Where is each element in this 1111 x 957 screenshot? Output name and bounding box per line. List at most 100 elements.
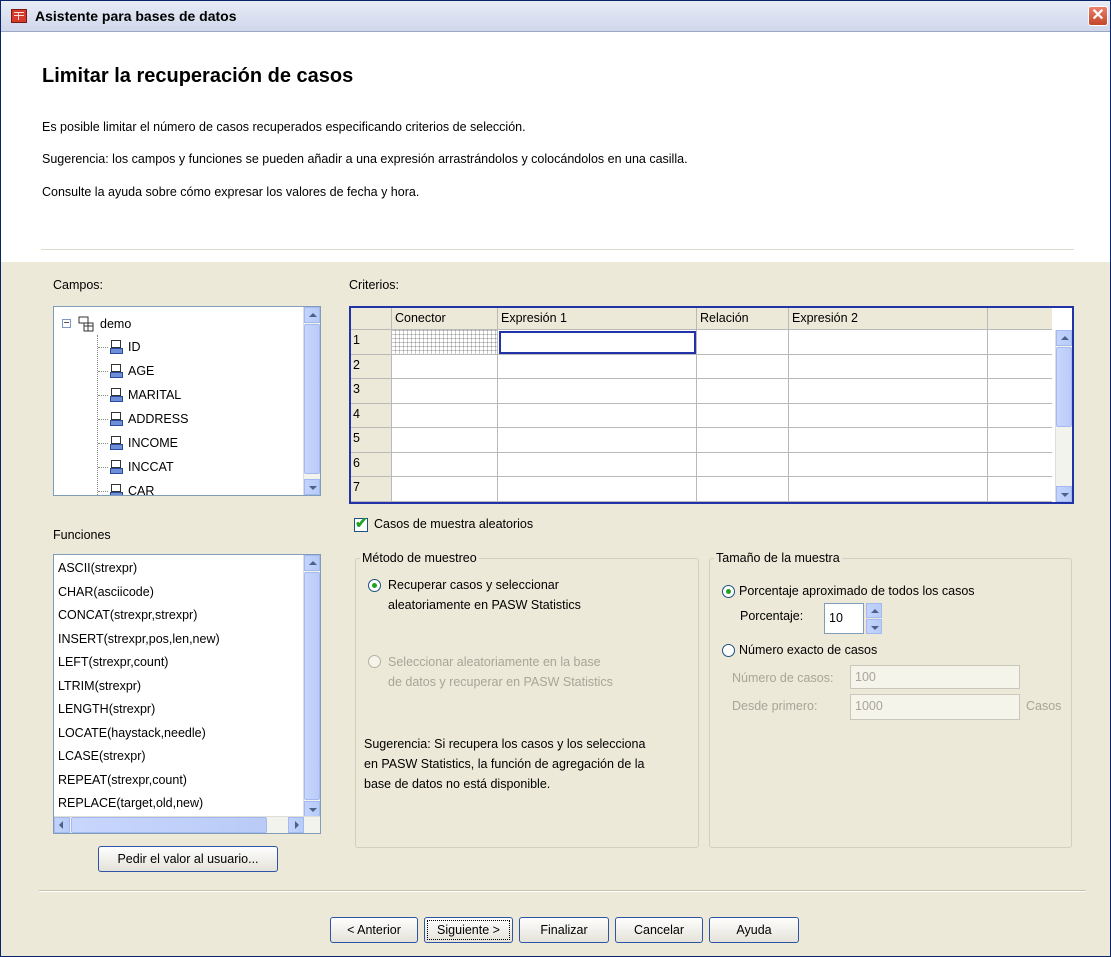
column-header[interactable]: Relación <box>697 308 789 330</box>
connector-cell-disabled[interactable] <box>392 330 498 355</box>
prompt-user-button[interactable]: Pedir el valor al usuario... <box>98 846 278 872</box>
field-item-label: ID <box>128 340 141 354</box>
next-button[interactable]: Siguiente > <box>424 917 513 943</box>
spreadsheet-app-icon <box>11 9 27 23</box>
criteria-cell[interactable] <box>392 452 498 477</box>
finish-button[interactable]: Finalizar <box>519 917 609 943</box>
criteria-cell[interactable] <box>697 403 789 428</box>
column-header[interactable]: Conector <box>392 308 498 330</box>
radio-sample-in-database[interactable] <box>368 655 381 668</box>
criteria-cell[interactable] <box>697 379 789 404</box>
scroll-up-icon[interactable] <box>304 307 320 323</box>
scroll-up-icon[interactable] <box>1056 330 1072 346</box>
criteria-cell[interactable] <box>498 379 697 404</box>
criteria-cell[interactable] <box>498 452 697 477</box>
num-cases-input[interactable]: 100 <box>850 665 1020 689</box>
criteria-cell[interactable] <box>498 428 697 453</box>
scroll-up-icon[interactable] <box>304 555 320 571</box>
function-item[interactable]: CHAR(asciicode) <box>58 581 154 604</box>
description-line-1: Es posible limitar el número de casos re… <box>42 120 526 134</box>
collapse-icon[interactable]: − <box>62 319 71 329</box>
function-item[interactable]: REPLACE(target,old,new) <box>58 792 203 815</box>
num-cases-label: Número de casos: <box>732 671 834 685</box>
function-item[interactable]: LCASE(strexpr) <box>58 745 146 768</box>
criteria-cell[interactable] <box>789 428 988 453</box>
scroll-down-icon[interactable] <box>304 479 320 495</box>
field-item-label: INCOME <box>128 436 178 450</box>
function-item[interactable]: LENGTH(strexpr) <box>58 698 155 721</box>
scroll-thumb[interactable] <box>304 324 320 474</box>
grid-filler <box>988 379 1052 404</box>
criteria-cell[interactable] <box>789 403 988 428</box>
option2-line2: de datos y recuperar en PASW Statistics <box>388 675 613 689</box>
criteria-cell[interactable] <box>789 477 988 502</box>
functions-list[interactable]: ASCII(strexpr) CHAR(asciicode) CONCAT(stre… <box>53 554 321 834</box>
option2-line1: Seleccionar aleatoriamente en la base <box>388 655 601 669</box>
criteria-cell[interactable] <box>697 354 789 379</box>
function-item[interactable]: CONCAT(strexpr,strexpr) <box>58 604 197 627</box>
criteria-cell[interactable] <box>392 354 498 379</box>
fields-scrollbar[interactable] <box>303 307 320 495</box>
function-item[interactable]: REPEAT(strexpr,count) <box>58 769 187 792</box>
spinner-down-icon[interactable] <box>866 619 882 634</box>
random-sample-checkbox[interactable]: ✔ <box>354 515 368 532</box>
criteria-cell-selected[interactable] <box>498 330 697 355</box>
criteria-cell[interactable] <box>789 452 988 477</box>
function-item[interactable]: LOCATE(haystack,needle) <box>58 722 206 745</box>
grid-corner <box>351 308 392 330</box>
tree-branch-line <box>98 443 108 444</box>
database-table-icon <box>78 316 94 332</box>
criteria-cell[interactable] <box>392 477 498 502</box>
column-header[interactable]: Expresión 1 <box>498 308 697 330</box>
functions-scrollbar[interactable] <box>303 555 320 817</box>
criteria-cell[interactable] <box>498 403 697 428</box>
percent-spinner-input[interactable]: 10 <box>824 603 864 634</box>
criteria-cell[interactable] <box>498 354 697 379</box>
radio-approx-percent[interactable] <box>722 585 735 598</box>
field-icon <box>110 436 123 450</box>
back-button[interactable]: < Anterior <box>330 917 418 943</box>
tree-branch-line <box>98 419 108 420</box>
criteria-cell[interactable] <box>392 428 498 453</box>
criteria-cell[interactable] <box>498 477 697 502</box>
close-button[interactable]: ✕ <box>1088 6 1108 26</box>
function-item[interactable]: LTRIM(strexpr) <box>58 675 141 698</box>
from-first-input[interactable]: 1000 <box>850 694 1020 720</box>
criteria-cell[interactable] <box>392 379 498 404</box>
fields-tree[interactable]: − demo ID AGE MARITAL ADDRESS INCOME INCCAT CA… <box>53 306 321 496</box>
criteria-cell[interactable] <box>789 379 988 404</box>
scroll-left-icon[interactable] <box>54 817 70 833</box>
criteria-cell[interactable] <box>392 403 498 428</box>
cancel-button[interactable]: Cancelar <box>615 917 703 943</box>
criteria-cell[interactable] <box>697 428 789 453</box>
hscroll-thumb[interactable] <box>71 817 267 833</box>
sampling-method-group: Método de muestreo Recuperar casos y sel… <box>355 551 699 848</box>
function-item[interactable]: INSERT(strexpr,pos,len,new) <box>58 628 220 651</box>
scroll-down-icon[interactable] <box>1056 486 1072 502</box>
function-item[interactable]: LEFT(strexpr,count) <box>58 651 168 674</box>
scroll-thumb[interactable] <box>304 572 320 800</box>
scroll-right-icon[interactable] <box>288 817 304 833</box>
scroll-thumb[interactable] <box>1056 347 1072 427</box>
radio-exact-count[interactable] <box>722 644 735 657</box>
scroll-down-icon[interactable] <box>304 801 320 817</box>
help-button[interactable]: Ayuda <box>709 917 799 943</box>
criteria-scrollbar[interactable] <box>1055 330 1072 502</box>
criteria-cell[interactable] <box>789 330 988 355</box>
row-header: 6 <box>351 452 392 477</box>
radio-retrieve-then-sample[interactable] <box>368 579 381 592</box>
field-item-label: MARITAL <box>128 388 182 402</box>
function-item[interactable]: ASCII(strexpr) <box>58 557 137 580</box>
sample-size-title: Tamaño de la muestra <box>714 551 842 565</box>
column-header[interactable]: Expresión 2 <box>789 308 988 330</box>
grid-filler <box>988 453 1052 477</box>
field-icon <box>110 460 123 474</box>
criteria-cell[interactable] <box>789 354 988 379</box>
criteria-cell[interactable] <box>697 452 789 477</box>
title-bar[interactable]: Asistente para bases de datos ✕ <box>1 1 1110 32</box>
spinner-up-icon[interactable] <box>866 603 882 618</box>
criteria-cell[interactable] <box>697 477 789 502</box>
functions-hscrollbar[interactable] <box>54 816 320 833</box>
criteria-grid[interactable]: Conector Expresión 1 Relación Expresión … <box>349 306 1074 504</box>
criteria-cell[interactable] <box>697 330 789 355</box>
